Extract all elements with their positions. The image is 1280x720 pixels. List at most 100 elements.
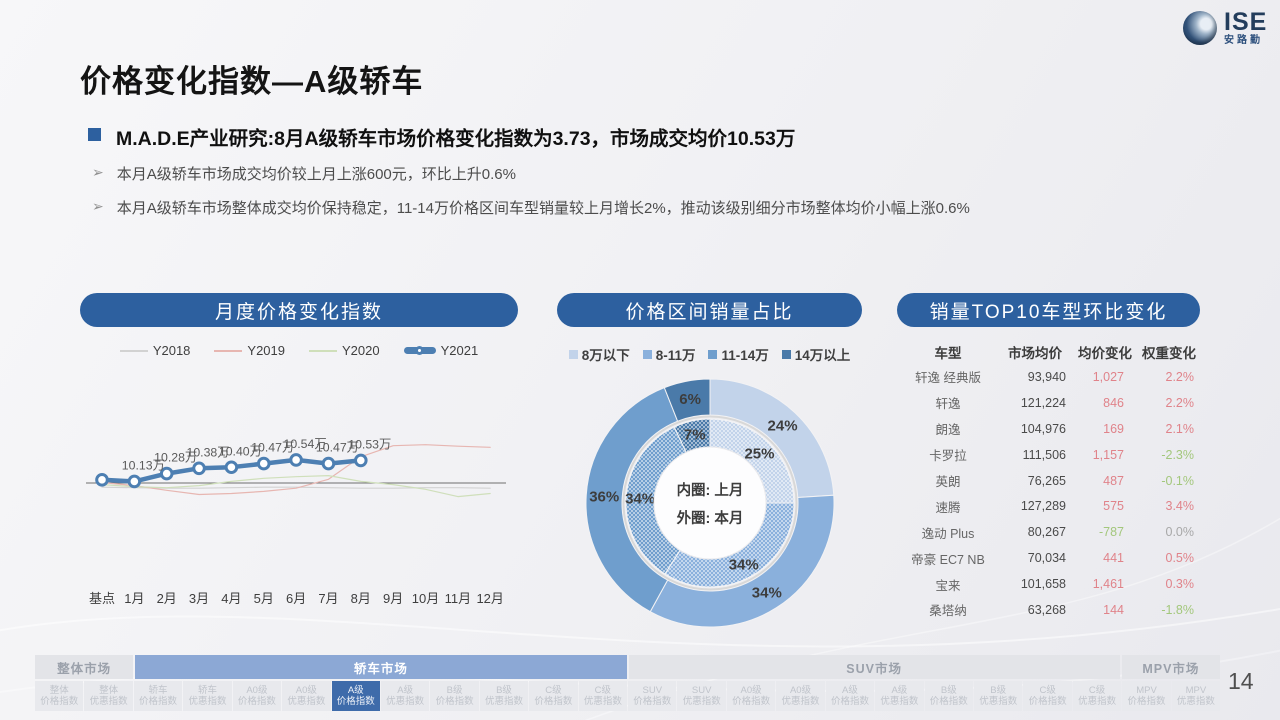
index-tab-A0级-优惠指数[interactable]: A0级优惠指数 <box>282 681 330 711</box>
cell-price-change: 144 <box>1074 603 1136 617</box>
key-finding-bullet: M.A.D.E产业研究:8月A级轿车市场价格变化指数为3.73，市场成交均价10… <box>88 122 1138 151</box>
tab-line1: 整体 <box>50 685 69 696</box>
tab-line1: B级 <box>496 685 512 696</box>
x-axis-label: 6月 <box>286 591 306 606</box>
index-tab-B级-价格指数[interactable]: B级价格指数 <box>430 681 478 711</box>
pie-legend-item: 11-14万 <box>708 344 768 364</box>
index-tab-轿车-价格指数[interactable]: 轿车价格指数 <box>134 681 182 711</box>
company-logo: ISE 安路勤 <box>1183 10 1267 46</box>
index-tab-C级-优惠指数[interactable]: C级优惠指数 <box>1073 681 1121 711</box>
index-tab-A级-优惠指数[interactable]: A级优惠指数 <box>381 681 429 711</box>
legend-line-swatch <box>120 350 148 352</box>
pie-legend-item: 8万以下 <box>569 344 630 364</box>
market-tab-inactive[interactable]: MPV市场 <box>1122 655 1220 679</box>
table-row: 帝豪 EC7 NB70,0344410.5% <box>900 545 1202 571</box>
x-axis-label: 10月 <box>412 591 439 606</box>
tab-line2: 优惠指数 <box>90 696 128 707</box>
section-title-top10-models: 销量TOP10车型环比变化 <box>897 293 1200 327</box>
tab-line2: 优惠指数 <box>880 696 918 707</box>
tab-line2: 优惠指数 <box>386 696 424 707</box>
index-tab-SUV-优惠指数[interactable]: SUV优惠指数 <box>677 681 725 711</box>
index-tab-B级-优惠指数[interactable]: B级优惠指数 <box>480 681 528 711</box>
index-tab-A级-优惠指数[interactable]: A级优惠指数 <box>875 681 923 711</box>
pie-legend-swatch <box>643 350 652 359</box>
legend-item-y2020: Y2020 <box>309 343 380 358</box>
monthly-price-index-line-chart: 10.13万10.28万10.38万10.40万10.47万10.54万10.4… <box>78 392 518 622</box>
tab-line2: 优惠指数 <box>1177 696 1215 707</box>
legend-line-swatch <box>309 350 337 352</box>
index-tab-MPV-优惠指数[interactable]: MPV优惠指数 <box>1172 681 1220 711</box>
index-tab-A级-价格指数[interactable]: A级价格指数 <box>332 681 380 711</box>
index-tab-SUV-价格指数[interactable]: SUV价格指数 <box>628 681 676 711</box>
table-row: 朗逸104,9761692.1% <box>900 416 1202 442</box>
donut-chart-legend: 8万以下8-11万11-14万14万以上 <box>557 344 862 364</box>
donut-slice-label: 6% <box>679 391 701 408</box>
index-tab-整体-价格指数[interactable]: 整体价格指数 <box>35 681 83 711</box>
cell-price-change: 846 <box>1074 396 1136 410</box>
tab-line1: A0级 <box>741 685 762 696</box>
tab-line2: 优惠指数 <box>485 696 523 707</box>
index-tab-A0级-优惠指数[interactable]: A0级优惠指数 <box>776 681 824 711</box>
tab-line1: 轿车 <box>198 685 217 696</box>
tab-line1: C级 <box>1089 685 1105 696</box>
table-row: 宝来101,6581,4610.3% <box>900 571 1202 597</box>
legend-line-swatch <box>404 347 436 354</box>
index-tab-A0级-价格指数[interactable]: A0级价格指数 <box>233 681 281 711</box>
cell-avg-price: 80,267 <box>996 525 1074 539</box>
tab-line2: 价格指数 <box>139 696 177 707</box>
tab-line1: 轿车 <box>149 685 168 696</box>
legend-label: Y2020 <box>342 343 380 358</box>
x-axis-label: 4月 <box>221 591 241 606</box>
cell-price-change: 1,157 <box>1074 448 1136 462</box>
table-row: 桑塔纳63,268144-1.8% <box>900 597 1202 623</box>
donut-slice-label: 36% <box>589 488 619 505</box>
legend-label: Y2021 <box>441 343 479 358</box>
pie-legend-swatch <box>708 350 717 359</box>
tab-line1: C级 <box>595 685 611 696</box>
pie-legend-label: 8-11万 <box>656 344 696 364</box>
index-tab-B级-价格指数[interactable]: B级价格指数 <box>925 681 973 711</box>
cell-avg-price: 76,265 <box>996 474 1074 488</box>
tab-line1: A级 <box>891 685 907 696</box>
index-tab-A0级-价格指数[interactable]: A0级价格指数 <box>727 681 775 711</box>
donut-slice-label: 34% <box>729 556 759 573</box>
tab-line2: 优惠指数 <box>287 696 325 707</box>
cell-price-change: 441 <box>1074 551 1136 565</box>
tab-line1: A0级 <box>246 685 267 696</box>
cell-weight-change: -2.3% <box>1136 448 1202 462</box>
legend-marker-dot <box>415 346 424 355</box>
index-tab-整体-优惠指数[interactable]: 整体优惠指数 <box>84 681 132 711</box>
cell-avg-price: 127,289 <box>996 499 1074 513</box>
index-tab-C级-价格指数[interactable]: C级价格指数 <box>529 681 577 711</box>
tab-line1: C级 <box>1039 685 1055 696</box>
legend-label: Y2019 <box>247 343 285 358</box>
logo-text: ISE <box>1224 10 1267 35</box>
tab-line2: 价格指数 <box>337 696 375 707</box>
legend-label: Y2018 <box>153 343 191 358</box>
sub-bullet-item: ➢本月A级轿车市场成交均价较上月上涨600元，环比上升0.6% <box>92 163 1202 184</box>
tab-line2: 优惠指数 <box>782 696 820 707</box>
cell-avg-price: 101,658 <box>996 577 1074 591</box>
index-tab-B级-优惠指数[interactable]: B级优惠指数 <box>974 681 1022 711</box>
market-tab-active[interactable]: 轿车市场 <box>135 655 626 679</box>
tab-line1: A级 <box>348 685 364 696</box>
index-tab-C级-优惠指数[interactable]: C级优惠指数 <box>579 681 627 711</box>
cell-price-change: 487 <box>1074 474 1136 488</box>
donut-slice-label: 24% <box>768 418 798 435</box>
cell-weight-change: -1.8% <box>1136 603 1202 617</box>
index-tab-MPV-价格指数[interactable]: MPV价格指数 <box>1122 681 1170 711</box>
market-tab-inactive[interactable]: SUV市场 <box>629 655 1120 679</box>
cell-weight-change: -0.1% <box>1136 474 1202 488</box>
index-tab-C级-价格指数[interactable]: C级价格指数 <box>1023 681 1071 711</box>
index-tab-轿车-优惠指数[interactable]: 轿车优惠指数 <box>183 681 231 711</box>
tab-line1: B级 <box>990 685 1006 696</box>
market-tab-inactive[interactable]: 整体市场 <box>35 655 133 679</box>
index-tab-A级-价格指数[interactable]: A级价格指数 <box>826 681 874 711</box>
tab-line2: 优惠指数 <box>979 696 1017 707</box>
tab-line1: A级 <box>842 685 858 696</box>
donut-center-inner-ring-label: 内圈: 上月 <box>645 477 775 505</box>
page-title: 价格变化指数—A级轿车 <box>80 56 423 101</box>
cell-weight-change: 0.0% <box>1136 525 1202 539</box>
col-header-avg-price: 市场均价 <box>996 342 1074 362</box>
table-row: 速腾127,2895753.4% <box>900 493 1202 519</box>
